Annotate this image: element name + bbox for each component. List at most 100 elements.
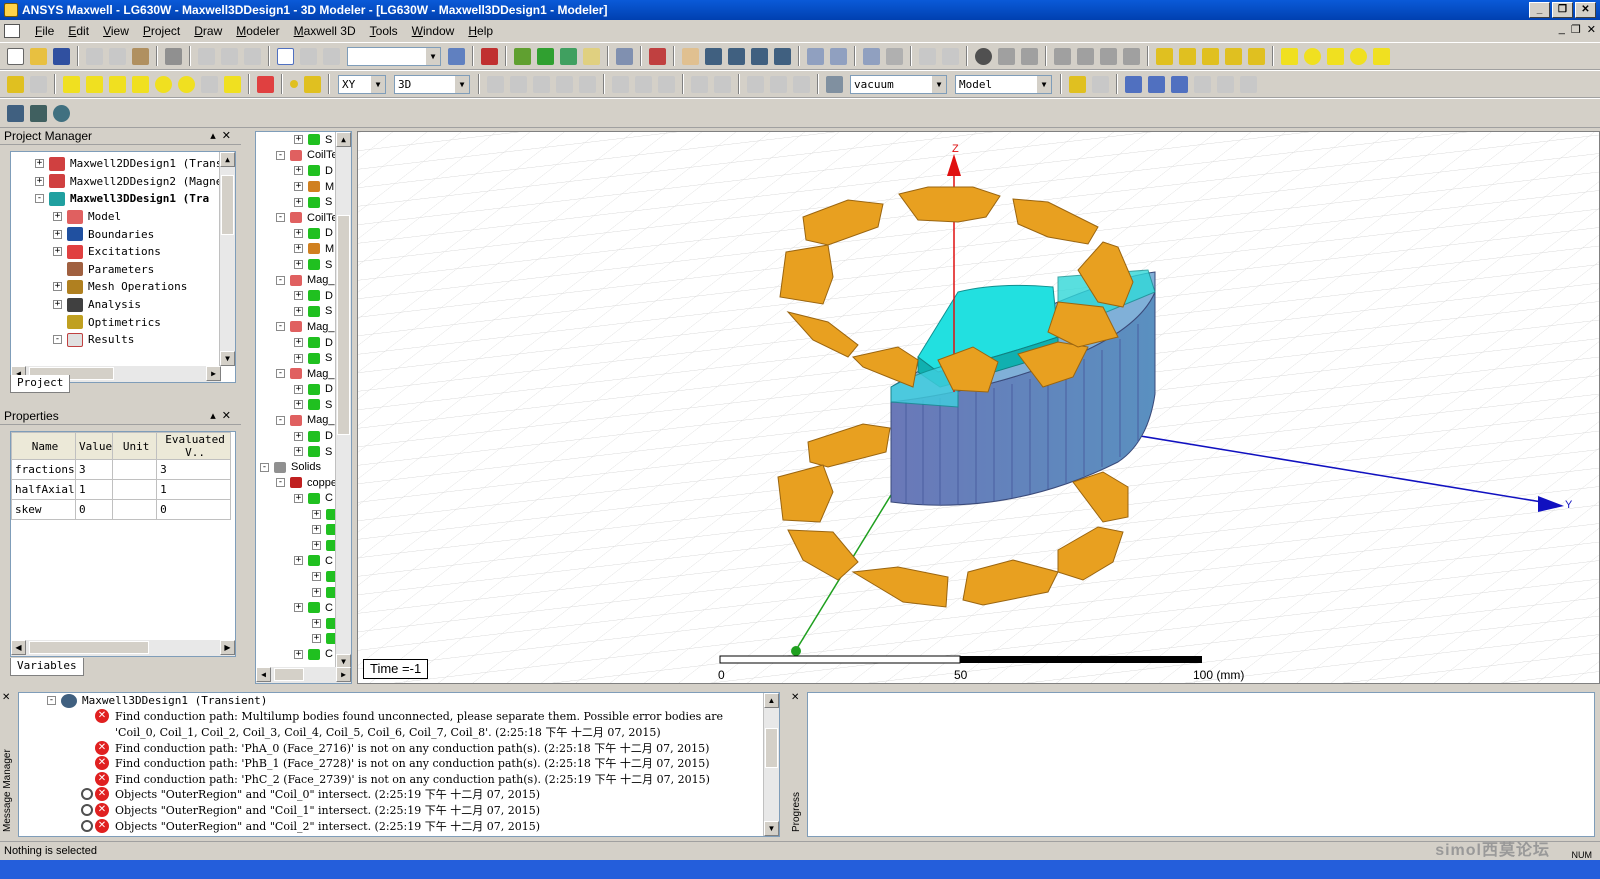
grid-icon[interactable] — [448, 47, 465, 65]
subtract-icon[interactable] — [510, 75, 527, 93]
project-tree-item[interactable]: + Maxwell2DDesign2 (Magnet — [11, 173, 235, 191]
model-mode-select[interactable]: Model ▼ — [955, 74, 1052, 94]
expand-toggle[interactable]: + — [294, 556, 303, 566]
menu-draw[interactable]: Draw — [187, 24, 229, 38]
fit-all-icon[interactable] — [863, 47, 880, 65]
message-manager-close-button[interactable]: ✕ — [2, 692, 16, 703]
validate-icon[interactable] — [514, 47, 531, 65]
close-button[interactable]: ✕ — [1575, 2, 1596, 18]
measure-angle-icon[interactable] — [1171, 75, 1188, 93]
draw-spline-icon[interactable] — [1179, 47, 1196, 65]
expand-toggle[interactable]: + — [312, 540, 321, 550]
project-tree-item[interactable]: + Mesh Operations — [11, 278, 235, 296]
col-value[interactable]: Value — [74, 432, 114, 460]
duplicate-around-axis-icon[interactable] — [793, 75, 810, 93]
message-line[interactable]: 'Coil_0, Coil_1, Coil_2, Coil_3, Coil_4,… — [19, 724, 779, 740]
expand-toggle[interactable]: - — [276, 213, 285, 223]
menu-help[interactable]: Help — [461, 24, 500, 38]
expand-toggle[interactable]: + — [294, 353, 303, 363]
menu-view[interactable]: View — [96, 24, 136, 38]
cut-icon[interactable] — [86, 47, 103, 65]
project-tree-item[interactable]: - Results — [11, 331, 235, 349]
measure-icon[interactable] — [1125, 75, 1142, 93]
intersect-icon[interactable] — [533, 75, 550, 93]
paste-icon[interactable] — [132, 47, 149, 65]
properties-hscroll[interactable]: ◀ ▶ — [11, 640, 235, 656]
window-icon[interactable] — [649, 47, 666, 65]
scroll-up-button[interactable]: ▲ — [220, 152, 235, 167]
scroll-thumb[interactable] — [221, 175, 234, 235]
restore-button[interactable]: ❐ — [1552, 2, 1573, 18]
material-select[interactable]: vacuum ▼ — [850, 74, 947, 94]
draw-ellipse-icon[interactable] — [1350, 47, 1367, 65]
scroll-thumb[interactable] — [765, 728, 778, 768]
draw-point-icon[interactable] — [290, 80, 298, 88]
table-row[interactable]: skew 0 0 — [11, 499, 231, 520]
relative-cs-icon[interactable] — [1092, 75, 1109, 93]
zoom-in-icon[interactable] — [807, 47, 824, 65]
new-file-icon[interactable] — [7, 47, 24, 65]
snap-icon[interactable] — [1217, 75, 1234, 93]
menu-edit[interactable]: Edit — [61, 24, 96, 38]
select-edge-icon[interactable] — [323, 47, 340, 65]
expand-toggle[interactable]: + — [53, 300, 62, 310]
mdi-minimize-button[interactable]: _ — [1559, 23, 1565, 36]
expand-toggle[interactable]: + — [294, 182, 303, 192]
expand-toggle[interactable]: + — [35, 159, 44, 169]
analyze-icon[interactable] — [560, 47, 577, 65]
zoom-out-icon[interactable] — [830, 47, 847, 65]
prop-unit[interactable] — [112, 499, 158, 520]
scroll-down-button[interactable]: ▼ — [220, 351, 235, 366]
snap-grid-icon[interactable] — [1240, 75, 1257, 93]
project-tree-item[interactable]: Optimetrics — [11, 313, 235, 331]
plane-select[interactable]: XY ▼ — [338, 74, 386, 94]
message-vscroll[interactable]: ▲ ▼ — [763, 693, 779, 836]
draw-box-icon[interactable] — [63, 75, 80, 93]
project-tree-item[interactable]: + Maxwell2DDesign1 (Transie — [11, 155, 235, 173]
message-line[interactable]: ✕ Objects "OuterRegion" and "Coil_1" inte… — [19, 802, 779, 818]
project-tree-item[interactable]: + Model — [11, 208, 235, 226]
ruler-icon[interactable] — [1194, 75, 1211, 93]
redo-icon[interactable] — [244, 47, 261, 65]
create-cs-icon[interactable] — [1069, 75, 1086, 93]
expand-toggle[interactable]: + — [294, 431, 303, 441]
expand-toggle[interactable]: - — [276, 369, 285, 379]
orbit-icon[interactable] — [751, 47, 768, 65]
print-icon[interactable] — [165, 47, 182, 65]
help-book-icon[interactable] — [481, 47, 498, 65]
rotate-object-icon[interactable] — [635, 75, 652, 93]
expand-toggle[interactable]: - — [35, 194, 44, 204]
draw-line-icon[interactable] — [1156, 47, 1173, 65]
mirror-icon[interactable] — [658, 75, 675, 93]
draw-regular-polyhedron-icon[interactable] — [109, 75, 126, 93]
col-evaluated[interactable]: Evaluated V.. — [156, 432, 231, 460]
dimension-select[interactable]: 3D ▼ — [394, 74, 470, 94]
prop-unit[interactable] — [112, 459, 158, 480]
scroll-up-button[interactable]: ▲ — [336, 132, 351, 147]
show-icon[interactable] — [1021, 47, 1038, 65]
analysis-setup-icon[interactable] — [53, 104, 70, 122]
scroll-thumb[interactable] — [337, 215, 350, 435]
draw-region-icon[interactable] — [1373, 47, 1390, 65]
expand-toggle[interactable]: - — [276, 322, 285, 332]
draw-plane-icon[interactable] — [304, 75, 321, 93]
expand-toggle[interactable]: + — [312, 618, 321, 628]
menu-project[interactable]: Project — [136, 24, 187, 38]
scroll-down-button[interactable]: ▼ — [764, 821, 779, 836]
hide-icon[interactable] — [998, 47, 1015, 65]
message-line[interactable]: ✕ Find conduction path: Multilump bodies … — [19, 709, 779, 725]
project-tree-item[interactable]: - Maxwell3DDesign1 (Tra — [11, 190, 235, 208]
expand-toggle[interactable]: + — [294, 197, 303, 207]
menu-maxwell-3d[interactable]: Maxwell 3D — [287, 24, 363, 38]
expand-toggle[interactable]: + — [294, 338, 303, 348]
tab-variables[interactable]: Variables — [10, 658, 84, 676]
thicken-icon[interactable] — [714, 75, 731, 93]
expand-toggle[interactable]: - — [276, 415, 285, 425]
draw-user-defined-icon[interactable] — [257, 75, 274, 93]
draw-circle-icon[interactable] — [1304, 47, 1321, 65]
draw-cone-icon[interactable] — [132, 75, 149, 93]
progress-close-button[interactable]: ✕ — [791, 692, 805, 703]
draw-bondwire-icon[interactable] — [224, 75, 241, 93]
col-unit[interactable]: Unit — [112, 432, 158, 460]
expand-toggle[interactable]: + — [294, 384, 303, 394]
